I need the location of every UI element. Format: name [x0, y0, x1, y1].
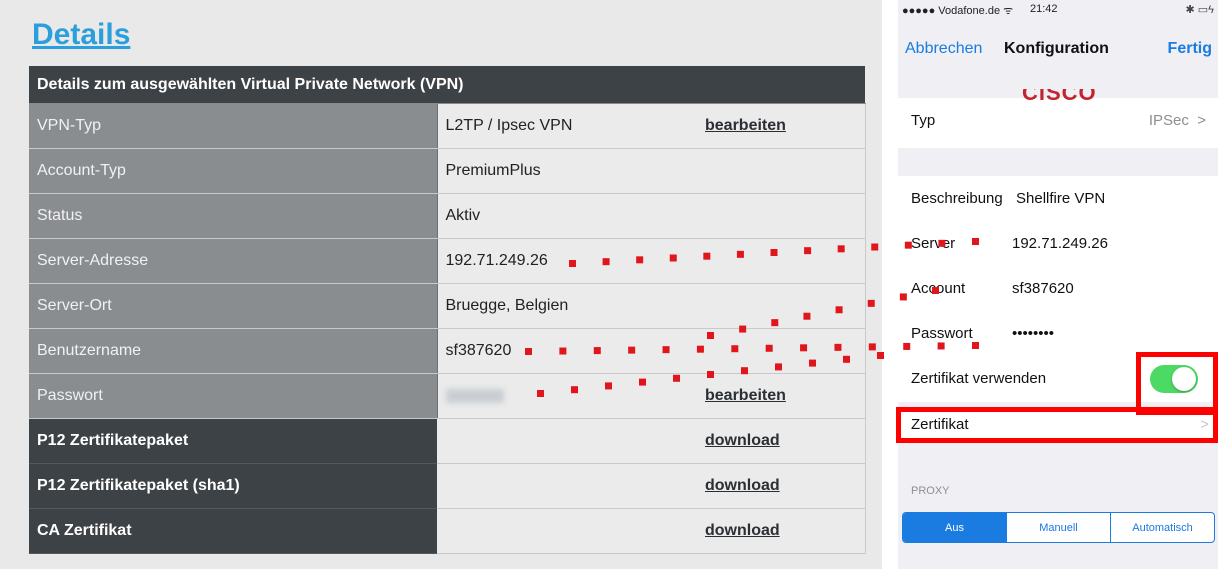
download-label: CA Zertifikat [29, 508, 437, 554]
proxy-option-manuell[interactable]: Manuell [1007, 513, 1111, 542]
chevron-right-icon: > [1200, 416, 1209, 433]
row-label: Server-Ort [29, 283, 438, 329]
cancel-button[interactable]: Abbrechen [905, 40, 982, 58]
row-label: Benutzername [29, 328, 438, 374]
toggle-knob [1172, 367, 1196, 391]
table-row-status: Status Aktiv [29, 193, 866, 239]
blurred-password [445, 388, 504, 403]
table-row-server-ort: Server-Ort Bruegge, Belgien [29, 283, 866, 329]
row-label: Passwort [29, 373, 438, 419]
table-row-benutzername: Benutzername sf387620 [29, 328, 866, 374]
download-p12-sha1-link[interactable]: download [705, 477, 780, 494]
table-row-account-typ: Account-Typ PremiumPlus [29, 148, 866, 194]
beschreibung-row[interactable]: Beschreibung Shellfire VPN [898, 176, 1218, 221]
table-row-passwort: Passwort bearbeiten [29, 373, 866, 419]
server-row[interactable]: Server 192.71.249.26 [898, 221, 1218, 266]
vpn-details-table: Details zum ausgewählten Virtual Private… [29, 66, 866, 554]
row-value: Aktiv [437, 193, 697, 239]
row-value: Bruegge, Belgien [437, 283, 697, 329]
navigation-bar: Abbrechen Konfiguration Fertig [898, 32, 1218, 66]
nav-title: Konfiguration [1004, 40, 1109, 57]
account-field[interactable]: sf387620 [1012, 280, 1074, 297]
chevron-right-icon: > [1197, 112, 1206, 129]
row-label: Account-Typ [29, 148, 438, 194]
row-value: PremiumPlus [437, 148, 697, 194]
typ-label: Typ [911, 112, 936, 129]
status-time: 21:42 [1030, 3, 1058, 15]
zertifikat-verwenden-label: Zertifikat verwenden [911, 370, 1047, 387]
download-ca-link[interactable]: download [705, 522, 780, 539]
zertifikat-verwenden-row: Zertifikat verwenden [898, 356, 1218, 402]
proxy-option-aus[interactable]: Aus [903, 513, 1007, 542]
cisco-logo: CISCO [1022, 89, 1097, 103]
passwort-label: Passwort [911, 325, 973, 342]
edit-vpn-type-link[interactable]: bearbeiten [705, 117, 786, 134]
vpn-settings-group: Beschreibung Shellfire VPN Server 192.71… [898, 176, 1218, 402]
proxy-segmented-control: Aus Manuell Automatisch [902, 512, 1215, 543]
account-row[interactable]: Account sf387620 [898, 266, 1218, 311]
proxy-option-automatisch[interactable]: Automatisch [1111, 513, 1214, 542]
table-header-row: Details zum ausgewählten Virtual Private… [29, 66, 866, 104]
download-p12-link[interactable]: download [705, 432, 780, 449]
download-label: P12 Zertifikatepaket (sha1) [29, 463, 437, 509]
row-value: 192.71.249.26 [437, 238, 697, 284]
page-title[interactable]: Details [32, 18, 130, 52]
table-header: Details zum ausgewählten Virtual Private… [29, 66, 866, 104]
battery-icon: ✱ ▭ϟ [1185, 4, 1215, 16]
server-field[interactable]: 192.71.249.26 [1012, 235, 1108, 252]
passwort-row[interactable]: Passwort •••••••• [898, 311, 1218, 356]
ios-vpn-config-screen: ●●●●● Vodafone.de ᯤ 21:42 ✱ ▭ϟ Abbrechen… [898, 0, 1218, 569]
row-label: Server-Adresse [29, 238, 438, 284]
row-label: Status [29, 193, 438, 239]
proxy-section-header: PROXY [911, 485, 950, 497]
typ-value: IPSec [1148, 112, 1189, 129]
beschreibung-field[interactable]: Shellfire VPN [1016, 190, 1105, 207]
passwort-field[interactable]: •••••••• [1012, 325, 1054, 342]
row-label: VPN-Typ [29, 103, 438, 149]
done-button[interactable]: Fertig [1168, 40, 1212, 58]
account-label: Account [911, 280, 966, 297]
download-row-p12: P12 Zertifikatepaket download [29, 418, 866, 464]
carrier-signal: ●●●●● Vodafone.de ᯤ [902, 5, 1014, 17]
vpn-details-page: Details Details zum ausgewählten Virtual… [0, 0, 882, 569]
row-value: sf387620 [437, 328, 697, 374]
zertifikat-row[interactable]: Zertifikat > [898, 411, 1218, 439]
zertifikat-verwenden-toggle[interactable] [1150, 365, 1198, 393]
download-row-p12-sha1: P12 Zertifikatepaket (sha1) download [29, 463, 866, 509]
status-bar: ●●●●● Vodafone.de ᯤ 21:42 ✱ ▭ϟ [898, 0, 1218, 18]
download-row-ca: CA Zertifikat download [29, 508, 866, 554]
beschreibung-label: Beschreibung [911, 190, 1003, 207]
edit-password-link[interactable]: bearbeiten [705, 387, 786, 404]
row-value: L2TP / Ipsec VPN [437, 103, 697, 149]
server-label: Server [911, 235, 956, 252]
table-row-server-adresse: Server-Adresse 192.71.249.26 [29, 238, 866, 284]
download-label: P12 Zertifikatepaket [29, 418, 437, 464]
table-row-vpn-typ: VPN-Typ L2TP / Ipsec VPN bearbeiten [29, 103, 866, 149]
typ-row[interactable]: Typ IPSec > [898, 98, 1218, 148]
zertifikat-label: Zertifikat [911, 416, 969, 433]
